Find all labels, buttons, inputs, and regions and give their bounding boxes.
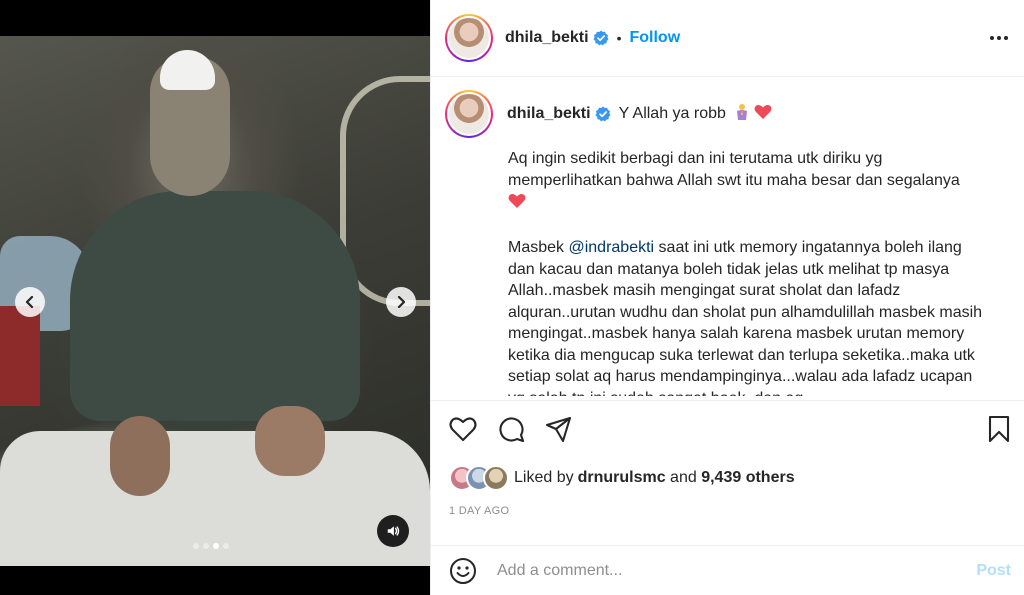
more-options-icon[interactable]	[990, 36, 1008, 40]
post-header: dhila_bekti • Follow	[431, 0, 1024, 77]
mention-link[interactable]: @indrabekti	[568, 239, 654, 256]
post-timestamp[interactable]: 1 DAY AGO	[449, 505, 509, 517]
red-heart-icon	[508, 193, 526, 216]
caption-section: dhila_bekti Y Allah ya robb Aq ingin sed…	[431, 78, 1024, 396]
liked-by-prefix: Liked by	[514, 469, 574, 486]
share-button[interactable]	[545, 415, 573, 443]
liked-by-user-link[interactable]: drnurulsmc	[578, 469, 666, 487]
scene-hand-left	[110, 416, 170, 496]
caption-paragraph: Masbek @indrabekti saat ini utk memory i…	[508, 237, 988, 396]
username-link[interactable]: dhila_bekti	[505, 29, 589, 47]
scene-blanket	[0, 306, 40, 406]
verified-badge-icon	[593, 30, 609, 46]
header-separator: •	[616, 30, 622, 46]
speaker-icon	[387, 526, 400, 536]
caption-username-link[interactable]: dhila_bekti	[507, 105, 591, 123]
smiley-icon	[450, 557, 476, 584]
liker-avatar	[483, 465, 509, 491]
caption-first-line: Y Allah ya robb	[618, 105, 726, 122]
slide-dot-active	[213, 543, 219, 549]
likes-summary: Liked by drnurulsmc and 9,439 others	[449, 465, 795, 491]
follow-button[interactable]: Follow	[629, 29, 680, 47]
praying-person-icon	[734, 103, 750, 126]
chevron-right-icon	[397, 296, 406, 308]
comment-button[interactable]	[497, 415, 525, 443]
post-media	[0, 0, 430, 595]
save-button[interactable]	[987, 415, 1011, 443]
liker-avatars[interactable]	[449, 465, 509, 491]
caption-paragraph: Aq ingin sedikit berbagi dan ini terutam…	[508, 148, 988, 216]
action-bar	[431, 400, 1024, 456]
liked-by-others-link[interactable]: 9,439 others	[701, 469, 794, 487]
post-details-panel: dhila_bekti • Follow dhila_bekti Y Allah…	[430, 0, 1024, 595]
paper-plane-icon	[545, 416, 572, 442]
caption-header: dhila_bekti Y Allah ya robb	[445, 90, 1009, 138]
avatar-image	[447, 16, 491, 60]
audio-toggle-button[interactable]	[377, 515, 409, 547]
scene-hand-right	[255, 406, 325, 476]
avatar[interactable]	[445, 14, 493, 62]
red-heart-icon	[754, 104, 772, 125]
avatar-image	[447, 92, 491, 136]
bookmark-icon	[988, 415, 1010, 442]
comment-bar: Post	[431, 545, 1024, 595]
post-comment-button[interactable]: Post	[976, 562, 1011, 580]
slide-indicator	[193, 543, 229, 549]
caption-text: Aq ingin sedikit berbagi dan ini terutam…	[508, 150, 960, 189]
chevron-left-icon	[25, 296, 34, 308]
scene-bandage	[160, 50, 215, 90]
emoji-button[interactable]	[449, 557, 477, 585]
slide-dot	[193, 543, 199, 549]
previous-slide-button[interactable]	[15, 287, 45, 317]
caption-text: saat ini utk memory ingatannya boleh ila…	[508, 239, 983, 396]
comment-input[interactable]	[497, 561, 967, 580]
video-frame[interactable]	[0, 36, 430, 566]
caption-avatar[interactable]	[445, 90, 493, 138]
slide-dot	[203, 543, 209, 549]
heart-outline-icon	[449, 416, 477, 441]
caption-body: Aq ingin sedikit berbagi dan ini terutam…	[508, 148, 988, 396]
liked-by-and: and	[665, 469, 702, 486]
comment-bubble-icon	[499, 416, 525, 442]
like-button[interactable]	[449, 416, 477, 442]
verified-badge-icon	[595, 106, 611, 122]
slide-dot	[223, 543, 229, 549]
caption-text: Masbek	[508, 239, 569, 256]
scene-person-body	[70, 191, 360, 421]
next-slide-button[interactable]	[386, 287, 416, 317]
